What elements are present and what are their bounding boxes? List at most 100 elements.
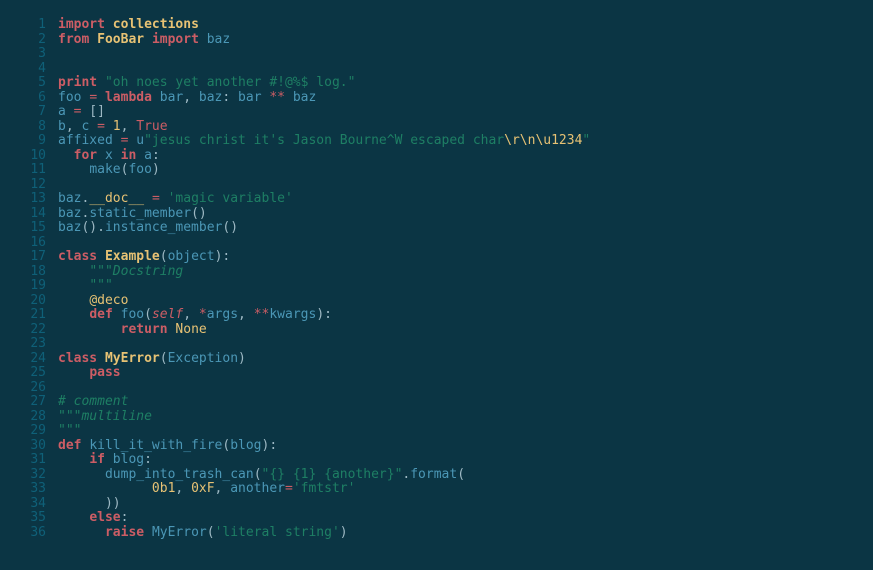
token-name: blog <box>230 438 261 453</box>
token-punc: ( <box>160 351 168 366</box>
token-punc <box>285 90 293 105</box>
code-line[interactable]: a = [] <box>58 105 873 120</box>
token-op: = <box>97 119 105 134</box>
line-number: 26 <box>0 381 46 396</box>
code-line[interactable]: baz().instance_member() <box>58 221 873 236</box>
line-number: 24 <box>0 352 46 367</box>
token-punc: , <box>175 481 191 496</box>
token-pkg: MyError <box>105 351 160 366</box>
code-line[interactable]: """Docstring <box>58 265 873 280</box>
token-fn: kill_it_with_fire <box>89 438 222 453</box>
line-number: 28 <box>0 410 46 425</box>
token-punc <box>113 148 121 163</box>
code-line[interactable]: for x in a: <box>58 149 873 164</box>
code-line[interactable]: else: <box>58 511 873 526</box>
code-line[interactable] <box>58 47 873 62</box>
token-punc <box>152 90 160 105</box>
code-line[interactable] <box>58 62 873 77</box>
code-line[interactable]: class Example(object): <box>58 250 873 265</box>
code-line[interactable]: 0b1, 0xF, another='fmtstr' <box>58 482 873 497</box>
code-line[interactable] <box>58 337 873 352</box>
line-number: 3 <box>0 47 46 62</box>
code-line[interactable]: import collections <box>58 18 873 33</box>
line-number: 8 <box>0 120 46 135</box>
token-fn: foo <box>121 307 144 322</box>
token-op: = <box>152 191 160 206</box>
token-str: " <box>582 133 590 148</box>
token-name: baz <box>58 220 81 235</box>
token-mv: __doc__ <box>89 191 144 206</box>
token-imp2: import <box>152 32 199 47</box>
token-op: ** <box>254 307 270 322</box>
token-str: 'magic variable' <box>168 191 293 206</box>
code-line[interactable]: foo = lambda bar, baz: bar ** baz <box>58 91 873 106</box>
token-name: baz <box>207 32 230 47</box>
code-line[interactable]: return None <box>58 323 873 338</box>
token-doc: """multiline <box>58 409 152 424</box>
token-name: baz <box>293 90 316 105</box>
line-number: 14 <box>0 207 46 222</box>
token-punc <box>58 467 105 482</box>
code-line[interactable]: """multiline <box>58 410 873 425</box>
token-num: 0b1 <box>152 481 175 496</box>
code-line[interactable]: affixed = u"jesus christ it's Jason Bour… <box>58 134 873 149</box>
line-number: 25 <box>0 366 46 381</box>
token-str: "{} {1} {another}" <box>262 467 403 482</box>
line-number: 2 <box>0 33 46 48</box>
line-number: 6 <box>0 91 46 106</box>
code-line[interactable]: class MyError(Exception) <box>58 352 873 367</box>
token-doc: """ <box>58 423 81 438</box>
token-name: b <box>58 119 66 134</box>
code-line[interactable]: """ <box>58 424 873 439</box>
token-punc: ): <box>262 438 278 453</box>
code-line[interactable]: raise MyError('literal string') <box>58 526 873 541</box>
code-line[interactable]: @deco <box>58 294 873 309</box>
token-op: = <box>89 90 97 105</box>
code-line[interactable]: )) <box>58 497 873 512</box>
line-number: 13 <box>0 192 46 207</box>
code-line[interactable]: def kill_it_with_fire(blog): <box>58 439 873 454</box>
token-punc <box>58 278 89 293</box>
code-line[interactable] <box>58 236 873 251</box>
token-deco: @deco <box>89 293 128 308</box>
token-pkg: FooBar <box>97 32 144 47</box>
code-line[interactable]: """ <box>58 279 873 294</box>
code-line[interactable] <box>58 381 873 396</box>
line-number: 21 <box>0 308 46 323</box>
code-line[interactable]: from FooBar import baz <box>58 33 873 48</box>
token-kw: lambda <box>105 90 152 105</box>
code-line[interactable]: make(foo) <box>58 163 873 178</box>
code-line[interactable]: baz.static_member() <box>58 207 873 222</box>
code-line[interactable] <box>58 178 873 193</box>
token-name: MyError <box>152 525 207 540</box>
line-number: 31 <box>0 453 46 468</box>
token-punc <box>105 452 113 467</box>
token-num: 0xF <box>191 481 214 496</box>
token-name: Exception <box>168 351 238 366</box>
token-punc <box>105 17 113 32</box>
token-punc <box>144 525 152 540</box>
token-kw: pass <box>89 365 120 380</box>
token-punc <box>58 264 89 279</box>
code-line[interactable]: def foo(self, *args, **kwargs): <box>58 308 873 323</box>
line-number: 23 <box>0 337 46 352</box>
token-punc: , <box>121 119 137 134</box>
line-number: 18 <box>0 265 46 280</box>
token-name: kwargs <box>269 307 316 322</box>
code-line[interactable]: baz.__doc__ = 'magic variable' <box>58 192 873 207</box>
code-line[interactable]: b, c = 1, True <box>58 120 873 135</box>
code-line[interactable]: dump_into_trash_can("{} {1} {another}".f… <box>58 468 873 483</box>
line-number: 12 <box>0 178 46 193</box>
code-area[interactable]: import collectionsfrom FooBar import baz… <box>58 18 873 540</box>
token-kw: def <box>89 307 112 322</box>
token-punc <box>58 452 89 467</box>
code-line[interactable]: if blog: <box>58 453 873 468</box>
code-line[interactable]: pass <box>58 366 873 381</box>
code-line[interactable]: print "oh noes yet another #!@%$ log." <box>58 76 873 91</box>
token-punc: , <box>215 481 231 496</box>
token-self: self <box>152 307 183 322</box>
code-line[interactable]: # comment <box>58 395 873 410</box>
token-str: 'fmtstr' <box>293 481 356 496</box>
line-number-gutter: 1234567891011121314151617181920212223242… <box>0 18 58 540</box>
token-punc: , <box>183 90 199 105</box>
